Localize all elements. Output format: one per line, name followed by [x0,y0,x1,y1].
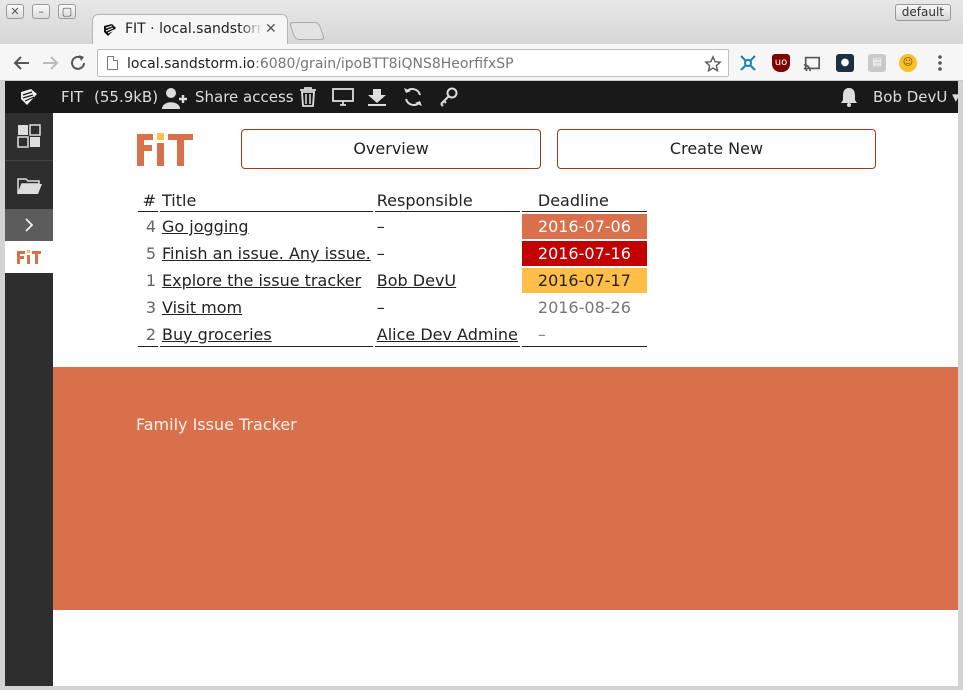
fit-logo [137,133,193,166]
issue-title-cell: Buy groceries [160,322,373,347]
password-manager-icon[interactable]: ● [836,54,854,72]
app-footer: Family Issue Tracker [53,367,958,610]
issue-title-link[interactable]: Buy groceries [162,325,272,344]
menu-dots-icon[interactable] [933,54,947,72]
overview-button[interactable]: Overview [241,129,541,169]
download-icon[interactable] [367,88,387,106]
issue-title-cell: Explore the issue tracker [160,268,373,293]
browser-tab[interactable]: FIT · local.sandstorm ✕ [92,14,288,46]
issue-number: 5 [145,244,156,263]
browser-titlebar: ✕ – ▢ FIT · local.sandstorm ✕ default [0,0,963,46]
ublock-icon[interactable]: uo [772,54,790,72]
new-tab-button[interactable] [288,22,326,40]
page-icon [107,56,118,70]
chevron-right-icon [25,218,34,232]
issue-number: 2 [138,322,158,347]
sandstorm-logo-icon[interactable] [19,88,39,106]
reload-icon[interactable] [68,53,88,73]
url-host: local.sandstorm.io [127,56,256,72]
sidebar-item-fit-grain[interactable] [5,241,53,273]
issue-title-link[interactable]: Explore the issue tracker [162,271,361,290]
grain-frame: Overview Create New # Title Responsible … [53,113,958,686]
issue-title-link[interactable]: Finish an issue. Any issue. [162,244,371,263]
issue-number: 1 [145,271,156,290]
address-bar[interactable]: local.sandstorm.io:6080/grain/ipoBTT8iQN… [97,49,729,77]
issue-title-cell: Visit mom [160,295,373,320]
cast-icon[interactable] [803,54,821,72]
monitor-icon[interactable] [332,88,354,106]
fit-app-icon [17,250,41,264]
window-maximize-button[interactable]: ▢ [58,4,76,19]
table-row: 3 Visit mom – 2016-08-26 [138,295,647,320]
profile-button[interactable]: default [894,4,951,21]
issues-table: # Title Responsible Deadline 4 Go joggin… [136,186,649,349]
user-menu-button[interactable]: Bob DevU ▾ [873,88,960,106]
share-access-button[interactable]: Share access [195,88,294,106]
back-arrow-icon[interactable] [12,53,32,73]
issue-title-link[interactable]: Visit mom [162,298,242,317]
sandstorm-topbar: FIT (55.9kB) Share access Bob DevU ▾ [5,81,960,113]
issue-number: 3 [145,298,156,317]
issue-responsible: – [376,298,385,317]
issue-title-cell: Finish an issue. Any issue. [160,241,373,266]
close-icon: ✕ [10,5,20,18]
issue-responsible-link[interactable]: Bob DevU [377,271,456,290]
issue-deadline: 2016-07-16 [521,241,647,266]
sidebar-collapse-toggle[interactable] [5,209,53,241]
column-header-responsible[interactable]: Responsible [374,188,520,212]
window-close-button[interactable]: ✕ [6,4,24,19]
tab-close-icon[interactable]: ✕ [265,21,277,37]
window-right-border [958,81,963,690]
column-header-title[interactable]: Title [160,188,373,212]
share-person-icon[interactable] [161,86,191,110]
create-new-button[interactable]: Create New [557,129,876,169]
window-minimize-button[interactable]: – [32,4,50,19]
issue-deadline: 2016-07-06 [521,214,647,239]
issue-deadline: – [521,322,647,347]
footer-text: Family Issue Tracker [136,415,297,434]
smiley-extension-icon[interactable]: ☺ [899,54,917,72]
minimize-icon: – [38,5,44,18]
table-row: 4 Go jogging – 2016-07-06 [138,214,647,239]
grain-name: FIT [61,88,84,106]
issue-responsible-cell: Bob DevU [375,268,520,293]
table-row: 5 Finish an issue. Any issue. – 2016-07-… [138,241,647,266]
issue-responsible-link[interactable]: Alice Dev Admine [377,325,518,344]
folder-icon [17,178,42,195]
sidebar-item-grains[interactable] [5,161,53,209]
star-icon[interactable] [704,55,722,73]
sidebar-item-apps[interactable] [5,113,53,160]
network-extension-icon[interactable] [738,53,758,73]
grain-size: (55.9kB) [94,88,159,106]
trash-icon[interactable] [299,87,317,107]
issue-number: 4 [145,217,156,236]
tab-title: FIT · local.sandstorm [125,21,263,37]
address-url[interactable]: local.sandstorm.io:6080/grain/ipoBTT8iQN… [127,56,514,72]
column-header-num[interactable]: # [138,188,158,212]
browser-toolbar: local.sandstorm.io:6080/grain/ipoBTT8iQN… [0,44,963,81]
issue-title-cell: Go jogging [160,214,373,239]
key-icon[interactable] [439,87,459,107]
issue-responsible-cell: Alice Dev Admine [374,322,520,347]
disabled-extension-icon[interactable]: ▤ [868,54,886,72]
grid-icon [17,124,41,148]
refresh-icon[interactable] [402,87,424,107]
issue-title-link[interactable]: Go jogging [162,217,249,236]
table-header-row: # Title Responsible Deadline [138,188,647,212]
url-path: :6080/grain/ipoBTT8iQNS8HeorfifxSP [255,56,514,72]
issue-deadline: 2016-08-26 [537,298,631,317]
issue-responsible: – [376,217,385,236]
sandstorm-favicon-icon [104,24,116,36]
table-row: 1 Explore the issue tracker Bob DevU 201… [138,268,647,293]
table-row: 2 Buy groceries Alice Dev Admine – [138,322,647,347]
bell-icon[interactable] [839,87,859,107]
column-header-deadline[interactable]: Deadline [521,188,647,212]
issue-deadline: 2016-07-17 [521,268,647,293]
maximize-icon: ▢ [61,5,73,18]
issue-responsible: – [376,244,385,263]
forward-arrow-icon[interactable] [40,53,60,73]
sandstorm-sidebar [5,113,53,686]
